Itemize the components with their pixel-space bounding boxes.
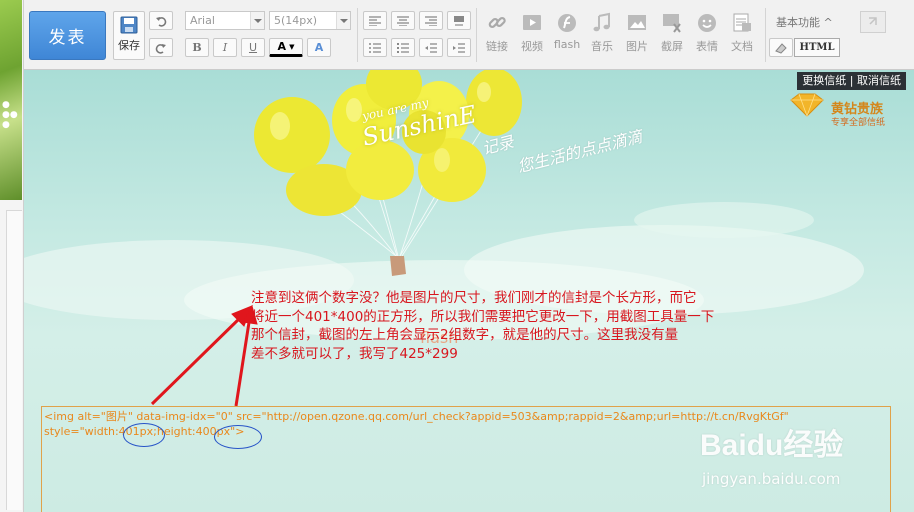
source-line-2: style="width:401px;height:400px"> — [44, 425, 245, 438]
annotation-note: 注意到这俩个数字没？他是图片的尺寸，我们刚才的信封是个长方形，而它 将近一个40… — [251, 289, 811, 363]
cancel-stationery-link[interactable]: 取消信纸 — [857, 74, 901, 87]
insert-link-button[interactable]: 链接 — [480, 12, 514, 54]
html-source-box[interactable]: <img alt="图片" data-img-idx="0" src="http… — [41, 406, 891, 512]
chevron-down-icon — [250, 12, 264, 29]
font-size-value: 5(14px) — [274, 14, 318, 27]
change-stationery-link[interactable]: 更换信纸 — [802, 74, 846, 87]
indent-button[interactable] — [447, 38, 471, 57]
outdent-button[interactable] — [419, 38, 443, 57]
source-line-1: <img alt="图片" data-img-idx="0" src="http… — [44, 410, 789, 423]
editor-content-area[interactable]: 更换信纸 | 取消信纸 黄钻贵族 专享全部信纸 you are my Sunsh… — [24, 70, 914, 512]
floppy-icon — [120, 16, 138, 34]
bold-button[interactable]: B — [185, 38, 209, 57]
bullet-list-icon — [397, 42, 409, 53]
link-separator: | — [849, 74, 857, 87]
vip-badge[interactable]: 黄钻贵族 专享全部信纸 — [789, 98, 909, 130]
align-right-icon — [425, 15, 437, 26]
expand-icon — [869, 17, 877, 25]
note-line: 注意到这俩个数字没？他是图片的尺寸，我们刚才的信封是个长方形，而它 — [251, 290, 697, 306]
vip-subtitle: 专享全部信纸 — [831, 118, 886, 128]
align-right-button[interactable] — [419, 11, 443, 30]
stationery-links: 更换信纸 | 取消信纸 — [797, 72, 906, 90]
format-button[interactable] — [447, 11, 471, 30]
font-size-select[interactable]: 5(14px) — [269, 11, 351, 30]
redo-icon — [155, 43, 166, 54]
insert-flash-label: flash — [553, 38, 581, 51]
insert-video-label: 视频 — [521, 40, 543, 53]
bullet-list-button[interactable] — [391, 38, 415, 57]
align-left-icon — [369, 15, 381, 26]
toolbar-divider — [476, 8, 477, 62]
underline-button[interactable]: U — [241, 38, 265, 57]
insert-image-button[interactable]: 图片 — [620, 12, 654, 54]
insert-image-label: 图片 — [626, 40, 648, 53]
screenshot-button[interactable]: 截屏 — [655, 12, 689, 54]
redo-button[interactable] — [149, 38, 173, 57]
indent-icon — [453, 42, 465, 53]
music-icon — [593, 12, 610, 32]
insert-document-label: 文档 — [731, 40, 753, 53]
html-source-text[interactable]: <img alt="图片" data-img-idx="0" src="http… — [44, 409, 888, 439]
insert-music-label: 音乐 — [591, 40, 613, 53]
link-icon — [488, 16, 506, 29]
italic-button[interactable]: I — [213, 38, 237, 57]
image-icon — [628, 15, 646, 30]
publish-button[interactable]: 发表 — [29, 11, 106, 60]
note-line: 将近一个401*400的正方形，所以我们需要把它更改一下，用截图工具量一下 — [251, 308, 715, 325]
undo-button[interactable] — [149, 11, 173, 30]
undo-icon — [156, 16, 167, 27]
basic-features-toggle[interactable]: 基本功能 ^ — [776, 14, 833, 30]
save-label: 保存 — [118, 39, 140, 52]
eraser-button[interactable] — [769, 38, 793, 57]
toolbar-divider — [357, 8, 358, 62]
font-bg-button[interactable]: A — [307, 38, 331, 57]
editor-toolbar: 发表 保存 Arial 5(14px) B I U A ▼ A 链接 视频 fl… — [24, 0, 914, 70]
align-center-button[interactable] — [391, 11, 415, 30]
insert-flash-button[interactable]: flash — [550, 12, 584, 51]
screenshot-icon — [663, 14, 681, 33]
width-highlight-circle — [123, 423, 165, 447]
slogan-line-1: 记录 — [479, 132, 516, 159]
video-icon — [523, 15, 541, 30]
emoticon-icon — [698, 14, 716, 32]
outdent-icon — [425, 42, 437, 53]
annotation-arrows — [150, 304, 258, 407]
flash-icon — [558, 14, 576, 32]
font-color-label: A — [277, 40, 287, 53]
insert-music-button[interactable]: 音乐 — [585, 12, 619, 54]
height-highlight-circle — [214, 425, 262, 449]
toolbar-divider — [765, 8, 766, 62]
insert-video-button[interactable]: 视频 — [515, 12, 549, 54]
align-left-button[interactable] — [363, 11, 387, 30]
note-line: 差不多就可以了，我写了425*299 — [251, 345, 458, 362]
font-color-button[interactable]: A ▼ — [269, 38, 303, 57]
align-center-icon — [397, 15, 409, 26]
html-mode-button[interactable]: HTML — [794, 38, 840, 57]
save-button[interactable]: 保存 — [113, 11, 145, 60]
fullscreen-button[interactable] — [860, 11, 886, 33]
insert-emoticon-label: 表情 — [696, 40, 718, 53]
eraser-icon — [775, 42, 787, 54]
ordered-list-button[interactable] — [363, 38, 387, 57]
insert-document-button[interactable]: 文档 — [725, 12, 759, 54]
screenshot-label: 截屏 — [661, 40, 683, 53]
font-family-value: Arial — [190, 14, 215, 27]
sidebar-panel — [6, 210, 22, 510]
document-icon — [733, 13, 751, 32]
font-family-select[interactable]: Arial — [185, 11, 265, 30]
note-line: 那个信封，截图的左上角会显示2组数字，就是他的尺寸。这里我没有量 — [251, 327, 679, 343]
chevron-down-icon: ▼ — [289, 42, 295, 51]
sidebar-decoration: ● ●● ● — [2, 100, 18, 130]
left-sidebar-strip: ● ●● ● — [0, 0, 24, 512]
insert-link-label: 链接 — [486, 40, 508, 53]
ordered-list-icon — [369, 42, 381, 53]
format-icon — [454, 15, 464, 26]
insert-emoticon-button[interactable]: 表情 — [690, 12, 724, 54]
chevron-down-icon — [336, 12, 350, 29]
